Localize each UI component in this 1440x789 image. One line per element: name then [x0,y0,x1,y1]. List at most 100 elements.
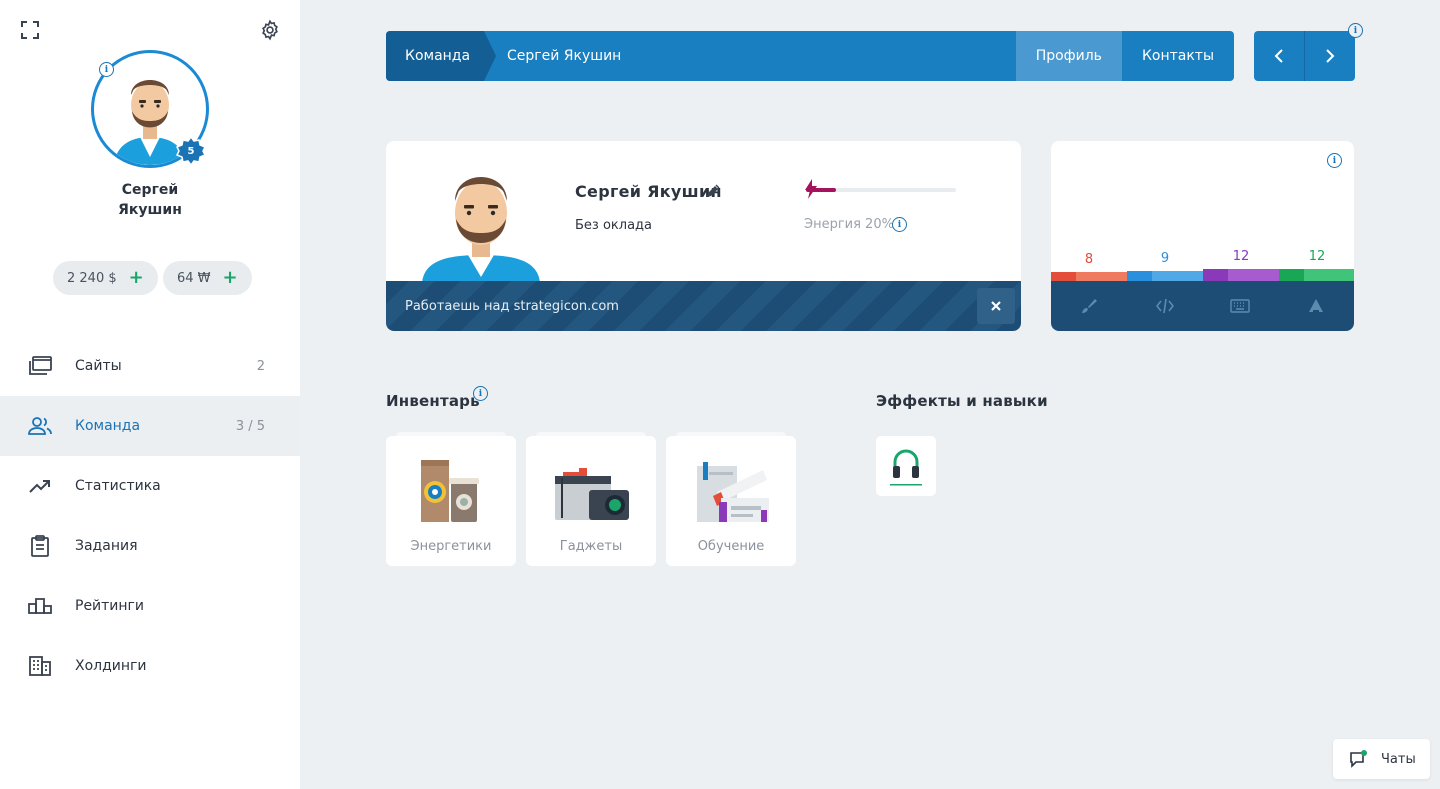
energy-label: Энергия 20% [804,217,894,232]
code-icon [1155,298,1174,314]
energy-drinks-icon [421,460,479,522]
skill-bar [1051,272,1076,281]
sidebar-item-label: Статистика [75,478,161,494]
work-status: Работаешь над strategicon.com [386,281,1021,331]
breadcrumb-current: Сергей Якушин [507,48,622,64]
info-icon[interactable]: i [99,62,114,77]
skill-content[interactable] [1203,281,1279,331]
browser-windows-icon [28,354,52,378]
inventory-item-education[interactable]: Обучение [666,432,796,566]
chevron-right-icon [1326,49,1335,63]
info-icon[interactable]: i [1348,23,1363,38]
employee-name: Сергей Якушин [575,182,722,201]
user-first-name: Сергей [121,182,179,198]
add-money-button[interactable]: + [129,269,144,287]
tab-profile[interactable]: Профиль [1015,31,1122,81]
inventory-item-energy[interactable]: Энергетики [386,432,516,566]
sidebar-item-team[interactable]: Команда 3 / 5 [0,396,300,456]
sidebar-item-count: 2 [256,358,265,374]
employee-salary: Без оклада [575,218,652,233]
sidebar-item-tasks[interactable]: Задания [0,516,300,576]
info-icon[interactable]: i [473,386,488,401]
next-button[interactable] [1305,31,1355,81]
user-last-name: Якушин [118,202,182,218]
skill-marketing[interactable] [1278,281,1354,331]
trend-icon [28,474,52,498]
skill-value: 12 [1232,249,1250,264]
inventory-item-label: Энергетики [410,539,492,554]
skill-value: 12 [1308,249,1326,264]
profile-tabs: Профиль Контакты [1015,31,1234,81]
sidebar-item-count: 3 / 5 [235,418,265,434]
money-balance: 2 240 $ + [53,261,158,295]
money-value: 2 240 $ [67,270,117,286]
skill-bar-secondary [1228,269,1279,281]
close-button[interactable] [977,288,1015,324]
skill-value: 8 [1084,252,1094,267]
sidebar-item-sites[interactable]: Сайты 2 [0,336,300,396]
effects-title-text: Эффекты и навыки [876,392,1048,410]
skill-bar [1203,269,1228,281]
sidebar: i 5 Сергей Якушин 2 240 $ + 64 ₩ + Сайты… [0,0,300,789]
effects-title: Эффекты и навыки [876,392,1048,410]
effect-item-headphones[interactable] [876,436,936,496]
lightning-icon [804,179,818,199]
sidebar-item-statistics[interactable]: Статистика [0,456,300,516]
skill-programming[interactable] [1127,281,1203,331]
chat-button[interactable]: Чаты [1333,739,1430,779]
gear-icon[interactable] [258,18,282,42]
inventory-title: Инвентарь [386,392,480,410]
work-status-text: Работаешь над strategicon.com [405,298,619,314]
podium-icon [28,594,52,618]
sidebar-item-label: Команда [75,418,141,434]
add-points-button[interactable]: + [223,269,238,287]
skill-icons [1051,281,1354,331]
points-balance: 64 ₩ + [163,261,252,295]
chat-label: Чаты [1381,751,1416,767]
level-value: 5 [187,145,195,157]
skill-design[interactable] [1051,281,1127,331]
chevron-left-icon [1274,49,1283,63]
inventory-item-label: Гаджеты [559,539,623,554]
prev-button[interactable] [1254,31,1304,81]
team-icon [28,414,52,438]
sidebar-item-holdings[interactable]: Холдинги [0,636,300,696]
skill-bar [1279,269,1304,281]
user-name: Сергей Якушин [60,180,240,220]
info-icon[interactable]: i [892,217,907,232]
employee-avatar [422,177,540,283]
chat-bubble-icon [1350,750,1367,768]
tab-contacts[interactable]: Контакты [1122,31,1234,81]
buildings-icon [28,654,52,678]
breadcrumb-team[interactable]: Команда [386,31,496,81]
energy-bar [806,188,956,192]
skill-value: 9 [1160,251,1170,266]
gadgets-icon [555,468,629,520]
points-value: 64 ₩ [177,270,211,286]
inventory-item-label: Обучение [697,539,765,554]
profile-card: Сергей Якушин Без оклада Энергия 20% i Р… [386,141,1021,331]
sidebar-item-label: Рейтинги [75,598,145,614]
info-icon[interactable]: i [1327,153,1342,168]
education-icon [697,462,769,522]
skill-bar [1127,271,1152,281]
inventory-item-gadgets[interactable]: Гаджеты [526,432,656,566]
brush-icon [1081,299,1097,313]
skill-bar-secondary [1076,272,1127,281]
close-icon [991,301,1001,311]
sidebar-nav: Сайты 2 Команда 3 / 5 Статистика Задания [0,336,300,696]
fullscreen-icon[interactable] [18,18,42,42]
sidebar-item-ratings[interactable]: Рейтинги [0,576,300,636]
energy-text: Энергия 20% [804,217,894,232]
sidebar-item-label: Задания [75,538,138,554]
headphones-icon [890,449,922,486]
pencil-icon[interactable] [706,183,722,199]
sidebar-item-label: Холдинги [75,658,147,674]
pager [1254,31,1355,81]
skill-bar-secondary [1152,271,1203,281]
clipboard-icon [28,534,52,558]
level-badge: 5 [175,135,207,167]
skills-card: i 8 9 12 12 [1051,141,1354,331]
inventory-title-text: Инвентарь [386,392,480,410]
breadcrumb-bar: Команда Сергей Якушин Профиль Контакты [386,31,1234,81]
